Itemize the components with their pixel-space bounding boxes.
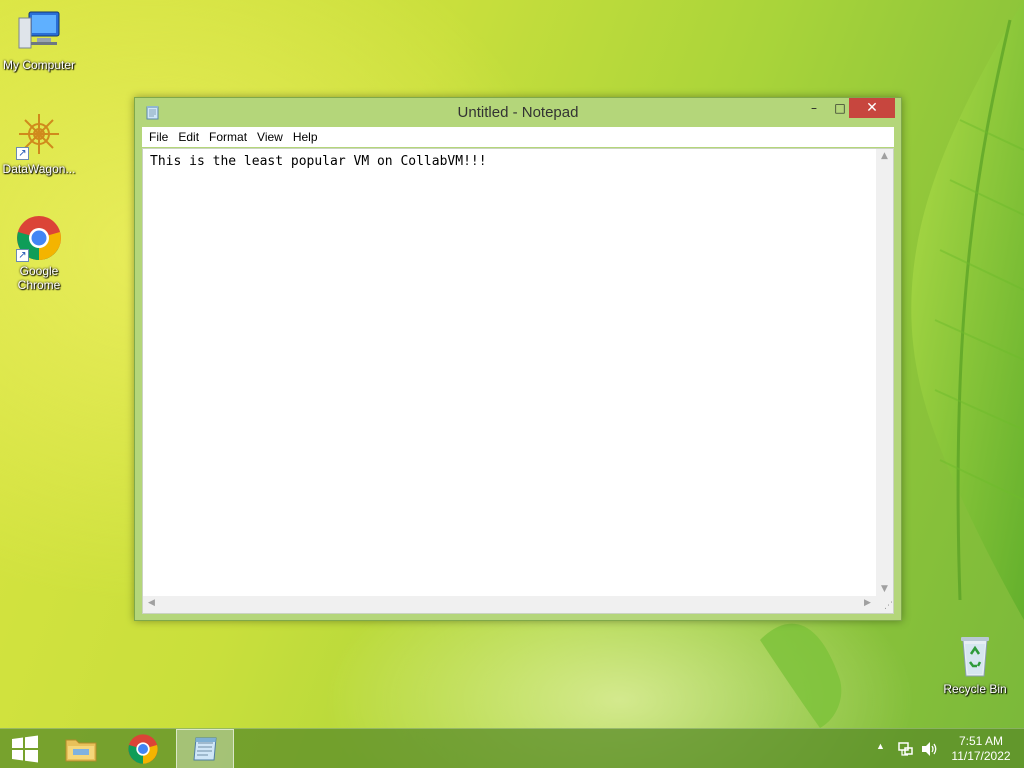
desktop-icon-label: My Computer: [2, 58, 76, 72]
desktop-icon-google-chrome[interactable]: ↗ Google Chrome: [0, 214, 78, 292]
menu-view[interactable]: View: [257, 130, 290, 144]
volume-icon[interactable]: [921, 741, 939, 757]
clock[interactable]: 7:51 AM 11/17/2022: [944, 734, 1018, 764]
computer-icon: [15, 8, 63, 56]
title-bar[interactable]: Untitled - Notepad – □ ✕: [135, 98, 901, 126]
notepad-window[interactable]: Untitled - Notepad – □ ✕ File Edit Forma…: [134, 97, 902, 621]
network-icon[interactable]: [898, 741, 914, 757]
datawagon-icon: ↗: [15, 112, 63, 160]
windows-logo-icon: [12, 735, 38, 763]
desktop-icon-label: Recycle Bin: [943, 682, 1007, 696]
scroll-down-icon[interactable]: ▼: [876, 584, 893, 594]
shortcut-arrow-icon: ↗: [16, 249, 29, 262]
chrome-icon: ↗: [15, 214, 63, 262]
window-title: Untitled - Notepad: [457, 104, 579, 121]
taskbar-notepad[interactable]: [176, 729, 234, 768]
notepad-icon: [193, 737, 217, 761]
system-tray: ▲: [872, 729, 944, 768]
scroll-up-icon[interactable]: ▲: [876, 151, 893, 161]
horizontal-scrollbar[interactable]: ◀ ▶: [143, 596, 876, 613]
vertical-scrollbar[interactable]: ▲ ▼: [876, 149, 893, 596]
desktop-icon-my-computer[interactable]: My Computer: [0, 8, 78, 72]
menu-bar: File Edit Format View Help: [142, 127, 894, 147]
menu-edit[interactable]: Edit: [178, 130, 206, 144]
resize-grip-icon[interactable]: ⋰: [876, 596, 893, 613]
recycle-bin-icon: [951, 632, 999, 680]
scroll-left-icon[interactable]: ◀: [143, 598, 160, 608]
taskbar-google-chrome[interactable]: [116, 729, 170, 768]
close-button[interactable]: ✕: [849, 98, 895, 118]
show-hidden-icons-icon[interactable]: ▲: [876, 741, 885, 751]
clock-time: 7:51 AM: [958, 734, 1004, 748]
taskbar-file-explorer[interactable]: [54, 729, 108, 768]
clock-date: 11/17/2022: [951, 749, 1011, 763]
menu-format[interactable]: Format: [209, 130, 254, 144]
desktop-icon-recycle-bin[interactable]: Recycle Bin: [936, 632, 1014, 696]
shortcut-arrow-icon: ↗: [16, 147, 29, 160]
desktop-icon-datawagon[interactable]: ↗ DataWagon...: [0, 112, 78, 176]
desktop-icon-label: DataWagon...: [2, 162, 76, 176]
chrome-icon: [128, 734, 158, 764]
text-editor[interactable]: This is the least popular VM on CollabVM…: [142, 148, 894, 614]
folder-icon: [65, 739, 97, 762]
menu-file[interactable]: File: [149, 130, 175, 144]
editor-content[interactable]: This is the least popular VM on CollabVM…: [150, 154, 487, 169]
menu-help[interactable]: Help: [293, 130, 325, 144]
minimize-button[interactable]: –: [801, 98, 827, 118]
taskbar: ▲ 7:51 AM 11/17/2022: [0, 728, 1024, 768]
desktop-icon-label: Google Chrome: [17, 264, 61, 292]
start-button[interactable]: [0, 729, 54, 768]
scroll-right-icon[interactable]: ▶: [859, 598, 876, 608]
